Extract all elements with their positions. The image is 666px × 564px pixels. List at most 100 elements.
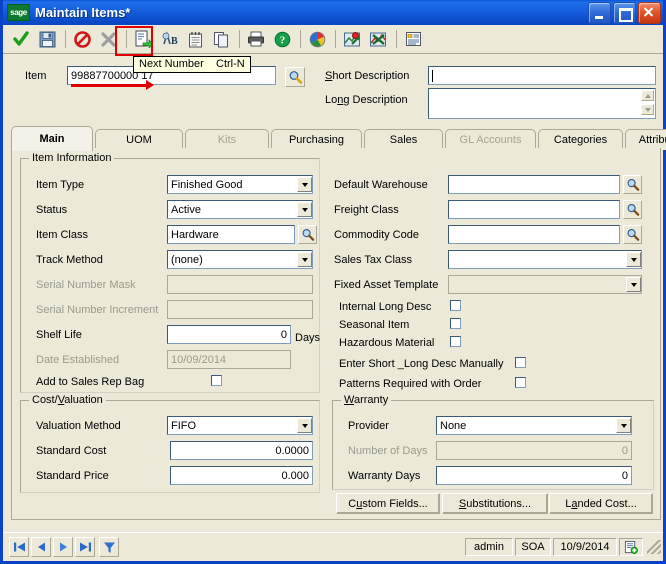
item-class-lookup-button[interactable] bbox=[298, 225, 317, 244]
minimize-button[interactable] bbox=[588, 1, 611, 24]
shelf-life-input[interactable]: 0 bbox=[167, 325, 291, 344]
cost-valuation-title: Cost/Valuation bbox=[29, 394, 106, 406]
warranty-provider-label: Provider bbox=[348, 420, 389, 432]
freight-class-input[interactable] bbox=[448, 200, 620, 219]
svg-text:B: B bbox=[171, 36, 178, 47]
seasonal-item-label: Seasonal Item bbox=[339, 319, 410, 331]
standard-cost-input[interactable]: 0.0000 bbox=[170, 441, 313, 460]
help-icon[interactable]: ? bbox=[270, 27, 294, 51]
substitutions-button[interactable]: Substitutions... bbox=[442, 493, 548, 514]
enter-short-long-desc-checkbox[interactable] bbox=[515, 357, 526, 368]
item-type-label: Item Type bbox=[36, 179, 85, 191]
annotation-underline bbox=[71, 84, 147, 87]
save-icon[interactable] bbox=[35, 27, 59, 51]
add-to-sales-rep-bag-label: Add to Sales Rep Bag bbox=[36, 376, 145, 388]
patterns-required-checkbox[interactable] bbox=[515, 377, 526, 388]
ok-check-icon[interactable] bbox=[9, 27, 33, 51]
title-bar: sage Maintain Items* bbox=[3, 0, 663, 25]
long-desc-scroll-down-button[interactable] bbox=[641, 104, 654, 115]
globe-icon[interactable] bbox=[305, 27, 329, 51]
chevron-down-icon[interactable] bbox=[297, 177, 312, 192]
serial-number-mask-label: Serial Number Mask bbox=[36, 279, 136, 291]
warranty-days-input[interactable]: 0 bbox=[436, 466, 632, 485]
seasonal-item-checkbox[interactable] bbox=[450, 318, 461, 329]
chevron-down-icon[interactable] bbox=[626, 252, 641, 267]
default-warehouse-label: Default Warehouse bbox=[334, 179, 428, 191]
next-number-icon[interactable] bbox=[131, 27, 155, 51]
add-to-sales-rep-bag-checkbox[interactable] bbox=[211, 375, 222, 386]
resize-grip[interactable] bbox=[647, 540, 661, 554]
internal-long-desc-label: Internal Long Desc bbox=[339, 301, 432, 313]
serial-number-mask-input bbox=[167, 275, 313, 294]
sales-tax-class-select[interactable] bbox=[448, 250, 642, 269]
date-established-input: 10/09/2014 bbox=[167, 350, 291, 369]
enter-short-long-desc-label: Enter Short _Long Desc Manually bbox=[339, 358, 504, 370]
chevron-down-icon[interactable] bbox=[297, 252, 312, 267]
previous-record-button[interactable] bbox=[31, 537, 51, 557]
delete-x-icon[interactable] bbox=[96, 27, 120, 51]
item-class-label: Item Class bbox=[36, 229, 88, 241]
tab-sales[interactable]: Sales bbox=[364, 129, 443, 150]
tab-main[interactable]: Main bbox=[11, 126, 93, 151]
freight-class-label: Freight Class bbox=[334, 204, 399, 216]
long-description-input[interactable] bbox=[428, 88, 656, 119]
chevron-down-icon[interactable] bbox=[297, 418, 312, 433]
hazardous-material-label: Hazardous Material bbox=[339, 337, 435, 349]
item-lookup-button[interactable] bbox=[285, 67, 305, 87]
map-pin-red-icon[interactable] bbox=[340, 27, 364, 51]
first-record-button[interactable] bbox=[9, 537, 29, 557]
tab-gl-accounts: GL Accounts bbox=[445, 129, 536, 150]
copy-icon[interactable] bbox=[209, 27, 233, 51]
filter-button[interactable] bbox=[99, 537, 119, 557]
status-bar: admin SOA 10/9/2014 bbox=[3, 532, 663, 561]
shelf-life-label: Shelf Life bbox=[36, 329, 82, 341]
item-information-title: Item Information bbox=[29, 152, 115, 164]
item-class-input[interactable]: Hardware bbox=[167, 225, 295, 244]
chevron-down-icon[interactable] bbox=[616, 418, 631, 433]
short-description-input[interactable] bbox=[428, 66, 656, 85]
notes-icon[interactable] bbox=[183, 27, 207, 51]
close-button[interactable] bbox=[638, 1, 661, 24]
window-controls bbox=[588, 1, 661, 24]
patterns-required-label: Patterns Required with Order bbox=[339, 378, 482, 390]
tab-categories[interactable]: Categories bbox=[538, 129, 623, 150]
toolbar-separator bbox=[396, 30, 397, 48]
track-method-select[interactable]: (none) bbox=[167, 250, 313, 269]
svg-text:?: ? bbox=[279, 34, 285, 46]
next-record-button[interactable] bbox=[53, 537, 73, 557]
warranty-days-label: Warranty Days bbox=[348, 470, 421, 482]
commodity-code-lookup-button[interactable] bbox=[623, 225, 642, 244]
internal-long-desc-checkbox[interactable] bbox=[450, 300, 461, 311]
add-record-icon[interactable] bbox=[619, 538, 643, 556]
date-established-label: Date Established bbox=[36, 354, 120, 366]
standard-price-input[interactable]: 0.000 bbox=[170, 466, 313, 485]
valuation-method-select[interactable]: FIFO bbox=[167, 416, 313, 435]
default-warehouse-lookup-button[interactable] bbox=[623, 175, 642, 194]
fixed-asset-template-label: Fixed Asset Template bbox=[334, 279, 439, 291]
long-desc-scroll-up-button[interactable] bbox=[641, 90, 654, 101]
warranty-number-of-days-input: 0 bbox=[436, 441, 632, 460]
map-pin-green-icon[interactable] bbox=[366, 27, 390, 51]
tab-uom[interactable]: UOM bbox=[95, 129, 183, 150]
landed-cost-button[interactable]: Landed Cost... bbox=[549, 493, 653, 514]
commodity-code-input[interactable] bbox=[448, 225, 620, 244]
status-select[interactable]: Active bbox=[167, 200, 313, 219]
hazardous-material-checkbox[interactable] bbox=[450, 336, 461, 347]
cancel-icon[interactable] bbox=[70, 27, 94, 51]
tab-attributes[interactable]: Attributes bbox=[625, 129, 666, 150]
next-number-tooltip: Next Number Ctrl-N bbox=[133, 56, 251, 73]
tab-purchasing[interactable]: Purchasing bbox=[271, 129, 362, 150]
rename-ab-icon[interactable]: B bbox=[157, 27, 181, 51]
tab-kits: Kits bbox=[185, 129, 269, 150]
item-type-select[interactable]: Finished Good bbox=[167, 175, 313, 194]
last-record-button[interactable] bbox=[75, 537, 95, 557]
form-list-icon[interactable] bbox=[401, 27, 425, 51]
warranty-title: Warranty bbox=[341, 394, 392, 406]
print-icon[interactable] bbox=[244, 27, 268, 51]
default-warehouse-input[interactable] bbox=[448, 175, 620, 194]
warranty-provider-select[interactable]: None bbox=[436, 416, 632, 435]
maximize-button[interactable] bbox=[613, 1, 636, 24]
chevron-down-icon[interactable] bbox=[297, 202, 312, 217]
custom-fields-button[interactable]: Custom Fields... bbox=[336, 493, 440, 514]
freight-class-lookup-button[interactable] bbox=[623, 200, 642, 219]
